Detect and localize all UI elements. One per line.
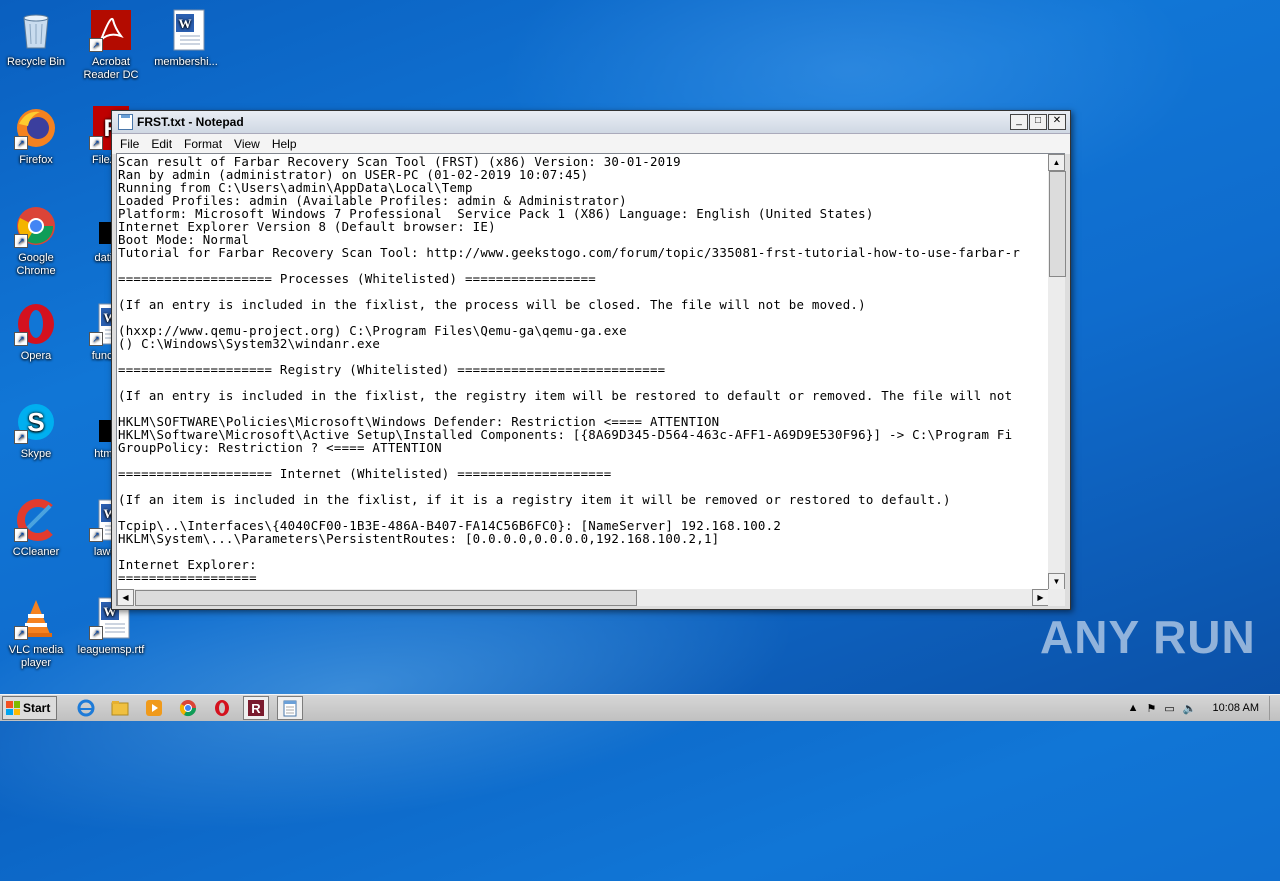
horizontal-scroll-thumb[interactable] (135, 590, 637, 606)
folder-icon (111, 701, 129, 716)
vlc-icon: ↗ (14, 596, 58, 640)
skype-icon: S ↗ (14, 400, 58, 444)
desktop-icon-label: Skype (20, 448, 52, 460)
windows-logo-icon (6, 701, 20, 715)
clock[interactable]: 10:08 AM (1213, 702, 1259, 714)
anyrun-watermark: ANY RUN (1040, 610, 1256, 664)
notepad-icon (118, 114, 133, 130)
desktop-icon-skype[interactable]: S ↗ Skype (0, 400, 72, 461)
desktop-icon-opera[interactable]: ↗ Opera (0, 302, 72, 363)
notepad-icon (283, 700, 297, 717)
window-controls: _ □ ✕ (1010, 114, 1066, 130)
svg-text:W: W (179, 16, 192, 31)
system-tray: ▲ ⚑ ▭ 🔈 10:08 AM (1128, 695, 1280, 721)
action-center-flag-icon[interactable]: ⚑ (1147, 702, 1157, 715)
shortcut-arrow-icon: ↗ (14, 626, 28, 640)
taskbar-frst[interactable]: R (243, 696, 269, 720)
volume-icon[interactable]: 🔈 (1183, 702, 1197, 715)
show-hidden-icons-icon[interactable]: ▲ (1128, 702, 1139, 714)
taskbar-chrome[interactable] (175, 696, 201, 720)
window-title: FRST.txt - Notepad (137, 115, 244, 129)
menu-bar: File Edit Format View Help (112, 134, 1070, 154)
minimize-button[interactable]: _ (1010, 114, 1028, 130)
scroll-right-button[interactable]: ▶ (1032, 589, 1049, 606)
scroll-down-button[interactable]: ▼ (1048, 573, 1065, 590)
shortcut-arrow-icon: ↗ (89, 38, 103, 52)
text-editor-area[interactable]: Scan result of Farbar Recovery Scan Tool… (116, 153, 1050, 591)
shortcut-arrow-icon: ↗ (89, 626, 103, 640)
desktop-icon-google-chrome[interactable]: ↗ Google Chrome (0, 204, 72, 278)
desktop-icon-label: Google Chrome (16, 252, 56, 277)
desktop-icon-firefox[interactable]: ↗ Firefox (0, 106, 72, 167)
shortcut-arrow-icon: ↗ (14, 528, 28, 542)
shortcut-arrow-icon: ↗ (14, 430, 28, 444)
close-button[interactable]: ✕ (1048, 114, 1066, 130)
desktop-icon-label: VLC media player (8, 644, 64, 669)
shortcut-arrow-icon: ↗ (89, 332, 103, 346)
vertical-scrollbar[interactable]: ▲ ▼ (1048, 153, 1066, 591)
menu-help[interactable]: Help (266, 137, 303, 151)
resize-grip[interactable] (1048, 589, 1065, 606)
scroll-left-button[interactable]: ◀ (117, 589, 134, 606)
taskbar: Start R ▲ ⚑ ▭ 🔈 10:08 AM (0, 694, 1280, 721)
taskbar-opera[interactable] (209, 696, 235, 720)
menu-format[interactable]: Format (178, 137, 228, 151)
horizontal-scrollbar[interactable]: ◀ ▶ (116, 589, 1050, 606)
desktop-icon-membership-doc[interactable]: W membershi... (150, 8, 222, 69)
desktop-icon-label: Acrobat Reader DC (83, 56, 139, 81)
desktop-icon-label: leaguemsp.rtf (77, 644, 145, 656)
vertical-scroll-thumb[interactable] (1049, 171, 1066, 277)
desktop-icon-vlc[interactable]: ↗ VLC media player (0, 596, 72, 670)
chrome-icon (179, 700, 197, 717)
shortcut-arrow-icon: ↗ (14, 332, 28, 346)
recycle-bin-icon (14, 8, 58, 52)
menu-view[interactable]: View (228, 137, 266, 151)
scroll-up-button[interactable]: ▲ (1048, 154, 1065, 171)
start-label: Start (23, 701, 51, 715)
internet-explorer-icon (77, 699, 95, 717)
menu-edit[interactable]: Edit (145, 137, 178, 151)
shortcut-arrow-icon: ↗ (89, 528, 103, 542)
maximize-button[interactable]: □ (1029, 114, 1047, 130)
taskbar-media-player[interactable] (141, 696, 167, 720)
document-text: Scan result of Farbar Recovery Scan Tool… (118, 154, 1021, 585)
taskbar-file-explorer[interactable] (107, 696, 133, 720)
desktop-icon-ccleaner[interactable]: ↗ CCleaner (0, 498, 72, 559)
desktop-icon-recycle-bin[interactable]: Recycle Bin (0, 8, 72, 69)
opera-icon (215, 700, 229, 716)
desktop-icon-label: CCleaner (12, 546, 60, 558)
start-button[interactable]: Start (2, 696, 57, 720)
acrobat-icon: ↗ (89, 8, 133, 52)
network-icon[interactable]: ▭ (1164, 702, 1174, 715)
show-desktop-button[interactable] (1269, 696, 1280, 720)
firefox-icon: ↗ (14, 106, 58, 150)
watermark-text: ANY RUN (1040, 611, 1256, 663)
notepad-window[interactable]: FRST.txt - Notepad _ □ ✕ File Edit Forma… (111, 110, 1071, 610)
taskbar-notepad[interactable] (277, 696, 303, 720)
desktop-icon-label: membershi... (154, 56, 218, 68)
desktop-icon-label: Recycle Bin (6, 56, 66, 68)
shortcut-arrow-icon: ↗ (14, 136, 28, 150)
shortcut-arrow-icon: ↗ (14, 234, 28, 248)
taskbar-internet-explorer[interactable] (73, 696, 99, 720)
menu-file[interactable]: File (114, 137, 145, 151)
svg-text:S: S (27, 407, 44, 437)
ccleaner-icon: ↗ (14, 498, 58, 542)
desktop-icon-acrobat-reader[interactable]: ↗ Acrobat Reader DC (75, 8, 147, 82)
shortcut-arrow-icon: ↗ (89, 136, 103, 150)
svg-text:R: R (251, 701, 261, 716)
desktop-icon-label: Opera (20, 350, 52, 362)
word-document-icon: W (164, 8, 208, 52)
chrome-icon: ↗ (14, 204, 58, 248)
frst-icon: R (248, 700, 264, 716)
media-player-icon (146, 700, 162, 716)
opera-icon: ↗ (14, 302, 58, 346)
desktop-icon-label: Firefox (19, 154, 53, 166)
notepad-title-bar[interactable]: FRST.txt - Notepad _ □ ✕ (112, 111, 1070, 134)
